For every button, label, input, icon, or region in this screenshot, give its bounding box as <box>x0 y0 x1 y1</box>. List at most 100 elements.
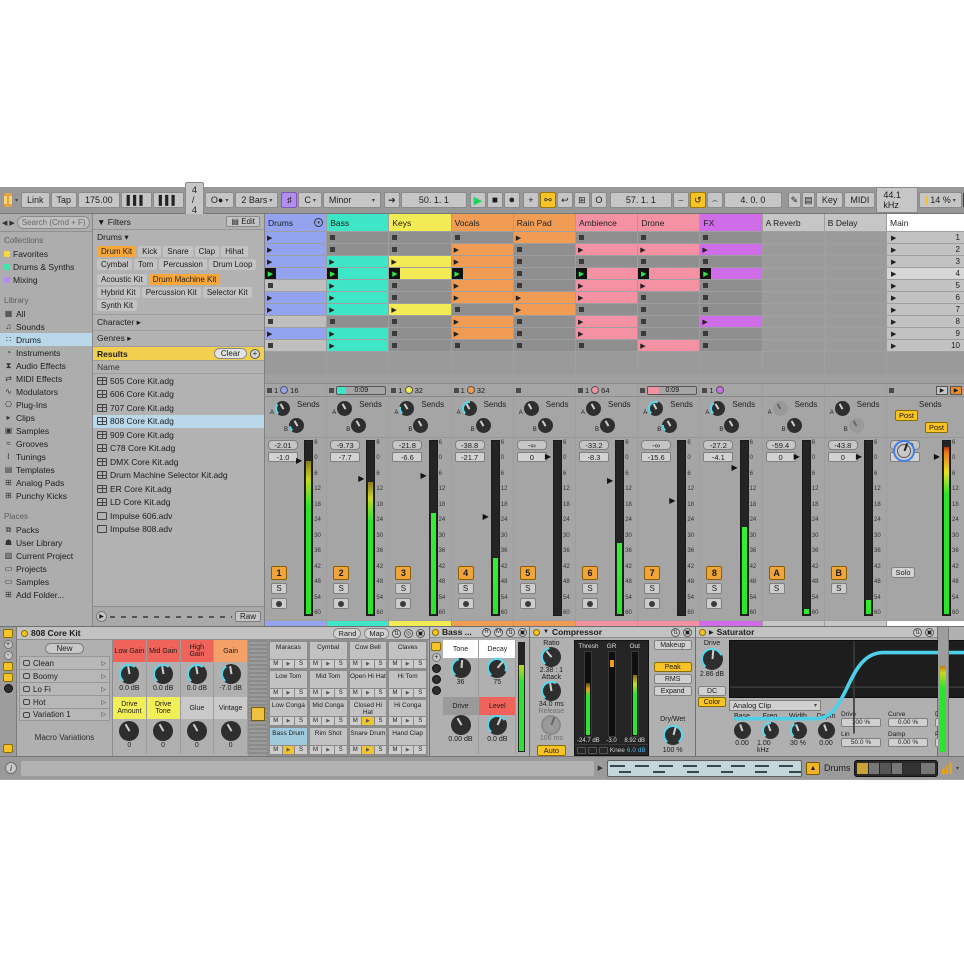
lock-icon[interactable] <box>23 712 30 718</box>
clip-slot[interactable]: ▶ <box>576 292 637 303</box>
empty-return-slot[interactable] <box>825 304 886 315</box>
file-row[interactable]: 606 Core Kit.adg <box>93 388 264 402</box>
transfer-curve-icon[interactable] <box>588 747 597 754</box>
lock-icon[interactable] <box>23 673 30 679</box>
drum-pad-rim-shot[interactable]: Rim ShotM▶S <box>309 727 348 755</box>
empty-slot-stop[interactable] <box>389 280 450 291</box>
save-preset-icon[interactable]: ▣ <box>925 628 934 637</box>
solo-button[interactable]: Solo <box>891 567 915 578</box>
ratio-knob[interactable] <box>541 647 561 667</box>
macro-knob[interactable] <box>119 721 139 741</box>
preview-play-icon[interactable]: ▶ <box>96 611 107 622</box>
pad-solo-button[interactable]: S <box>414 717 426 725</box>
arm-monitor-button[interactable] <box>520 598 536 609</box>
hotswap-icon[interactable]: ⇅ <box>392 629 401 638</box>
meter-caret-icon[interactable]: ▾ <box>956 765 959 772</box>
macro-value[interactable]: 0 <box>195 742 199 749</box>
filter-tag-selector-kit[interactable]: Selector Kit <box>203 287 252 298</box>
scene-play-icon[interactable]: ▶ <box>891 270 896 278</box>
clip-play-icon[interactable]: ▶ <box>329 282 334 290</box>
empty-slot-stop[interactable] <box>514 244 575 255</box>
sidebar-item-drums-synths[interactable]: Drums & Synths <box>0 260 92 273</box>
pad-mute-button[interactable]: M <box>389 660 402 668</box>
clip-slot[interactable]: ▶ <box>265 304 326 315</box>
sidebar-item-samples[interactable]: ▣Samples <box>0 424 92 437</box>
device-on-led[interactable] <box>533 629 540 636</box>
sidebar-item-grooves[interactable]: ≈Grooves <box>0 437 92 450</box>
empty-return-slot[interactable] <box>825 328 886 339</box>
pad-solo-button[interactable]: S <box>295 717 307 725</box>
loop-start-field[interactable]: 57. 1. 1 <box>610 192 672 208</box>
file-row[interactable]: 505 Core Kit.adg <box>93 374 264 388</box>
clip-slot[interactable]: ▶ <box>327 292 388 303</box>
empty-slot-stop[interactable] <box>700 292 761 303</box>
scene-play-icon[interactable]: ▶ <box>891 258 896 266</box>
stop-icon[interactable] <box>703 331 708 336</box>
stop-icon[interactable] <box>579 235 584 240</box>
pad-solo-button[interactable]: S <box>414 746 426 754</box>
scene-slot-8[interactable]: ▶8 <box>887 316 964 327</box>
volume-field[interactable]: -8.3 <box>579 452 609 462</box>
drive-value[interactable]: 2.86 dB <box>700 671 724 678</box>
clip-play-icon[interactable]: ▶ <box>454 318 459 326</box>
chain-rail-icon[interactable] <box>4 684 13 693</box>
filter-tag-drum-kit[interactable]: Drum Kit <box>97 246 136 257</box>
device-title[interactable]: Bass ... <box>442 627 472 637</box>
collapsed-view-icon[interactable] <box>599 747 608 754</box>
filters-title[interactable]: ▼ Filters <box>97 217 131 227</box>
pad-mute-button[interactable]: M <box>350 660 363 668</box>
post-button-b[interactable]: Post <box>925 422 948 433</box>
empty-return-slot[interactable] <box>825 256 886 267</box>
peak-level-display[interactable]: -43.8 <box>828 440 858 450</box>
groove-amount-button[interactable]: O●▾ <box>205 192 234 208</box>
empty-return-slot[interactable] <box>825 232 886 243</box>
track-activator-button[interactable]: A <box>769 566 785 580</box>
clip-play-icon[interactable]: ▶ <box>329 294 334 302</box>
drywet-value[interactable]: 100 % <box>663 747 683 754</box>
stop-icon[interactable] <box>641 295 646 300</box>
stop-all-clips-icon[interactable] <box>889 388 894 393</box>
pad-mute-button[interactable]: M <box>389 717 402 725</box>
arm-monitor-button[interactable] <box>644 598 660 609</box>
sat-knob-value[interactable]: 30 % <box>790 740 806 747</box>
macro-value[interactable]: 0 <box>161 742 165 749</box>
clip-play-icon[interactable]: ▶ <box>640 246 645 254</box>
chain-knob-value[interactable]: 0.00 dB <box>448 736 472 743</box>
empty-slot-stop[interactable] <box>700 328 761 339</box>
capture-midi-button[interactable]: ⊞ <box>574 192 590 208</box>
stop-icon[interactable] <box>330 319 335 324</box>
clip-play-icon[interactable]: ▶ <box>578 282 583 290</box>
empty-return-slot[interactable] <box>763 328 824 339</box>
pad-play-button[interactable]: ▶ <box>362 717 375 725</box>
clip-play-icon[interactable]: ▶ <box>578 246 583 254</box>
stop-icon[interactable] <box>703 295 708 300</box>
empty-slot-stop[interactable] <box>514 316 575 327</box>
lock-icon[interactable] <box>23 699 30 705</box>
stop-icon[interactable] <box>703 259 708 264</box>
scene-slot-4[interactable]: ▶4 <box>887 268 964 279</box>
release-knob[interactable] <box>541 715 561 735</box>
pad-solo-button[interactable]: S <box>295 689 307 697</box>
file-row[interactable]: Drum Machine Selector Kit.adg <box>93 469 264 483</box>
browser-back-icon[interactable]: ◀ <box>2 219 7 227</box>
pad-mute-button[interactable]: M <box>389 689 402 697</box>
empty-slot-stop[interactable] <box>452 232 513 243</box>
stop-icon[interactable] <box>392 319 397 324</box>
clip-slot[interactable]: ▶ <box>452 316 513 327</box>
volume-field[interactable]: -4.1 <box>703 452 733 462</box>
send-a-knob[interactable] <box>399 401 414 416</box>
peak-level-display[interactable]: -∞ <box>517 440 547 450</box>
drum-pad-cymbal[interactable]: CymbalM▶S <box>309 641 348 669</box>
sat-knob-value[interactable]: 0.00 <box>735 740 749 747</box>
filter-tag-cymbal[interactable]: Cymbal <box>97 259 132 270</box>
re-enable-automation-button[interactable]: ↩ <box>557 192 573 208</box>
receive-icon[interactable]: R <box>482 628 491 637</box>
empty-return-slot[interactable] <box>763 244 824 255</box>
empty-slot-stop[interactable] <box>638 304 699 315</box>
search-input[interactable]: Search (Cmd + F) <box>17 216 90 229</box>
pad-play-button[interactable]: ▶ <box>402 660 415 668</box>
pad-solo-button[interactable]: S <box>295 660 307 668</box>
solo-button[interactable]: S <box>395 583 411 594</box>
volume-fader-arrow[interactable]: ▶ <box>545 454 551 460</box>
empty-return-slot[interactable] <box>825 280 886 291</box>
